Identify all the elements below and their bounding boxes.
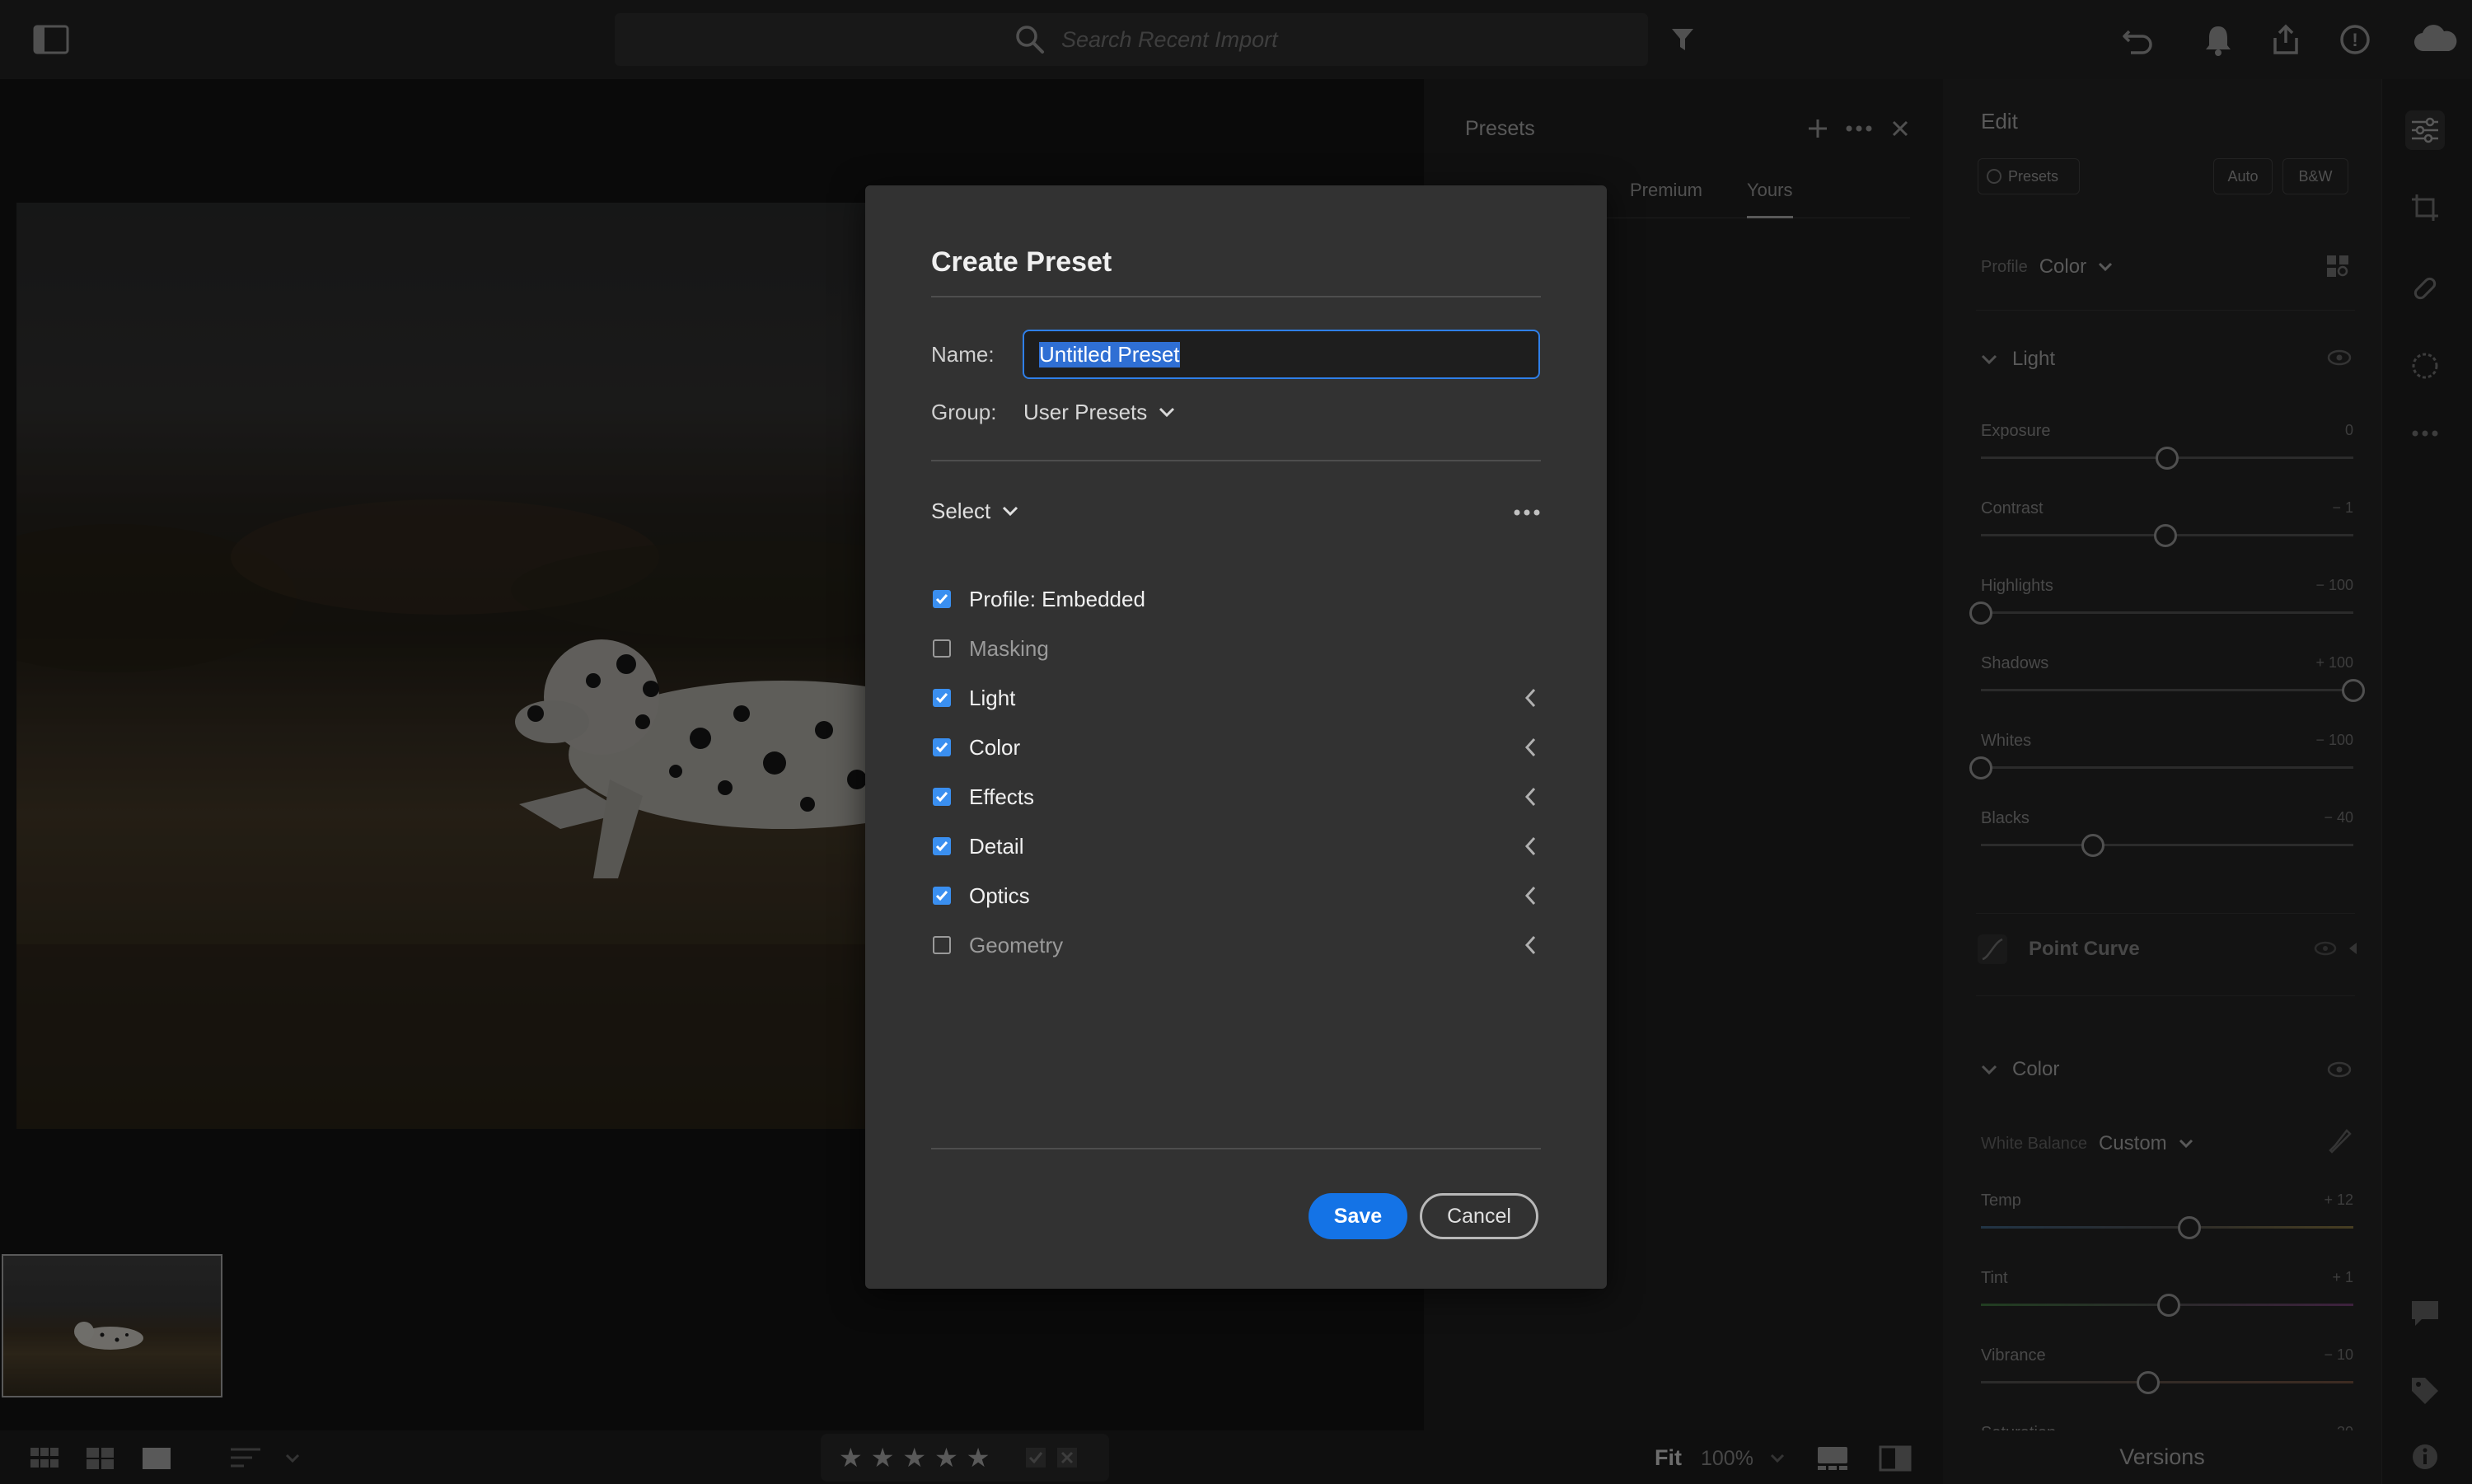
more-options-icon[interactable] — [1510, 500, 1543, 525]
checkmark-icon — [935, 594, 948, 605]
checkmark-icon — [935, 693, 948, 704]
group-dropdown-value: User Presets — [1023, 399, 1148, 424]
dialog-divider — [931, 460, 1541, 461]
cancel-button[interactable]: Cancel — [1420, 1193, 1538, 1239]
geometry-checkbox[interactable] — [933, 936, 951, 954]
color-label: Color — [969, 734, 1021, 760]
select-dropdown[interactable]: Select — [931, 494, 1018, 527]
chevron-down-icon — [1003, 506, 1018, 517]
detail-checkbox[interactable] — [933, 837, 951, 855]
effects-label: Effects — [969, 784, 1035, 809]
profile-embedded-checkbox[interactable] — [933, 590, 951, 608]
checkmark-icon — [935, 742, 948, 753]
profile-embedded-label: Profile: Embedded — [969, 586, 1145, 611]
option-effects[interactable]: Effects — [933, 779, 1543, 815]
preset-name-input[interactable] — [1023, 330, 1540, 379]
save-button[interactable]: Save — [1309, 1193, 1407, 1239]
option-optics[interactable]: Optics — [933, 878, 1543, 914]
masking-checkbox[interactable] — [933, 639, 951, 658]
create-preset-dialog: Create Preset Name: Group: User Presets … — [865, 185, 1607, 1289]
expand-chevron-left-icon[interactable] — [1518, 932, 1543, 958]
checkmark-icon — [935, 841, 948, 852]
option-light[interactable]: Light — [933, 680, 1543, 716]
color-checkbox[interactable] — [933, 738, 951, 756]
option-profile-embedded[interactable]: Profile: Embedded — [933, 581, 1543, 617]
checkmark-icon — [935, 792, 948, 803]
light-checkbox[interactable] — [933, 689, 951, 707]
expand-chevron-left-icon[interactable] — [1518, 784, 1543, 810]
group-label: Group: — [931, 400, 997, 424]
checkmark-icon — [935, 891, 948, 901]
expand-chevron-left-icon[interactable] — [1518, 734, 1543, 761]
option-geometry[interactable]: Geometry — [933, 927, 1543, 963]
select-dropdown-label: Select — [931, 498, 991, 523]
option-masking[interactable]: Masking — [933, 630, 1543, 667]
dialog-divider — [931, 296, 1541, 297]
expand-chevron-left-icon[interactable] — [1518, 833, 1543, 859]
masking-label: Masking — [969, 635, 1049, 661]
dialog-divider — [931, 1148, 1541, 1149]
option-color[interactable]: Color — [933, 729, 1543, 765]
chevron-down-icon — [1159, 407, 1175, 418]
dialog-title: Create Preset — [931, 246, 1112, 278]
expand-chevron-left-icon[interactable] — [1518, 685, 1543, 711]
group-dropdown[interactable]: User Presets — [1023, 396, 1175, 428]
geometry-label: Geometry — [969, 932, 1064, 957]
light-label: Light — [969, 685, 1016, 710]
detail-label: Detail — [969, 833, 1024, 859]
optics-checkbox[interactable] — [933, 887, 951, 905]
name-label: Name: — [931, 342, 995, 367]
expand-chevron-left-icon[interactable] — [1518, 882, 1543, 909]
optics-label: Optics — [969, 882, 1030, 908]
effects-checkbox[interactable] — [933, 788, 951, 806]
option-detail[interactable]: Detail — [933, 828, 1543, 864]
